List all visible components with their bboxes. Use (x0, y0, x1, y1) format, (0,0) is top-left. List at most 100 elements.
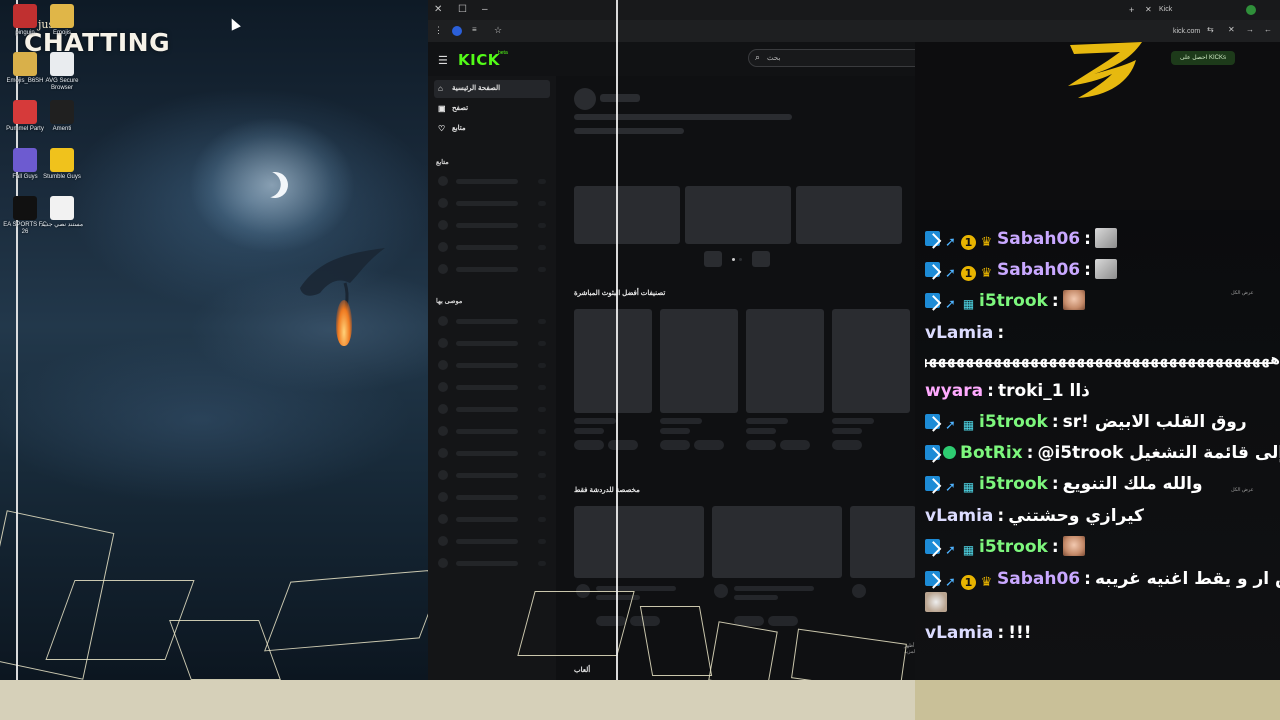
chat-username[interactable]: vLamia (925, 506, 993, 526)
chat-message-text: يسوي اس ار و يقط اغنيه غريبه (1094, 569, 1280, 589)
chat-message: vLamia:!!! (925, 620, 1280, 646)
stop-icon[interactable]: ✕ (1228, 23, 1235, 37)
skeleton-line (832, 418, 874, 424)
nav-browse[interactable]: ▣ تصفح (434, 100, 550, 118)
desktop-icon-pinguin-icon (13, 4, 37, 28)
chat-username[interactable]: i5trook (979, 291, 1048, 311)
translate-icon[interactable]: ⇆ (1207, 23, 1214, 37)
chat-separator: : (1026, 443, 1034, 463)
chat-message-text: @i5trook غنية الكاملة إلى قائمة التشغيل (1037, 443, 1280, 463)
hamburger-menu-icon[interactable]: ☰ (438, 54, 448, 67)
moon-graphic (258, 168, 291, 201)
emote-icon (925, 592, 947, 612)
deco-shard (169, 620, 281, 680)
forward-icon[interactable]: → (1246, 23, 1254, 37)
skeleton-line (734, 595, 778, 600)
search-input[interactable]: ⌕ بحث (748, 49, 916, 67)
profile-icon[interactable] (1246, 5, 1256, 15)
maximize-icon[interactable]: ☐ (458, 3, 467, 17)
chat-message-text: troki_1 ذاا (997, 381, 1090, 401)
kick-main-content: تصنيفات أفضل البثوث المباشرة مخصصة للدرد… (517, 76, 916, 680)
carousel-dot[interactable] (739, 258, 742, 261)
chat-separator: : (1051, 412, 1059, 432)
verified-badge-icon (943, 446, 956, 459)
address-bar-right[interactable]: kick.com ⇆ ✕ → ← (915, 20, 1280, 42)
chat-username[interactable]: Sabah06 (997, 569, 1080, 589)
kick-header: ☰ KICK beta ⌕ بحث (428, 42, 916, 76)
desktop-icon-new-text-doc[interactable]: مستند نصي جديد (37, 196, 87, 229)
chat-username[interactable]: Sabah06 (997, 229, 1080, 249)
desktop-icon-emojis-b6sh-icon (13, 52, 37, 76)
screen: just CHATTING pinguin Emojis Emojis_B6SH AV… (0, 0, 1280, 720)
skeleton-avatar (714, 584, 728, 598)
chat-separator: : (1084, 569, 1091, 589)
minimize-icon[interactable]: – (482, 3, 488, 17)
skeleton-card (796, 186, 902, 244)
chat-message-text: والله ملك التنويع (1062, 474, 1203, 494)
bookmark-star-icon[interactable]: ☆ (494, 23, 502, 37)
back-icon[interactable]: ← (1264, 23, 1272, 37)
address-bar[interactable]: ⋮ ≡ ☆ (428, 20, 916, 42)
tab-title[interactable]: Kick (1159, 3, 1172, 17)
get-kicks-button[interactable]: احصل على KICKs (1171, 51, 1235, 65)
desktop-icon-amenti[interactable]: Amenti (37, 100, 87, 133)
chat-username[interactable]: i5trook (979, 537, 1048, 557)
category-card[interactable] (746, 309, 824, 413)
nav-home[interactable]: ⌂ الصفحة الرئيسية (434, 80, 550, 98)
category-card[interactable] (832, 309, 910, 413)
carousel-next-button[interactable] (752, 251, 770, 267)
chat-username[interactable]: i5trook (979, 412, 1048, 432)
carousel-prev-button[interactable] (704, 251, 722, 267)
sidebar-skeleton-row (438, 536, 548, 546)
chat-message-text: !!! (1008, 623, 1032, 643)
kick-logo[interactable]: KICK (458, 51, 500, 69)
carousel-dot[interactable] (732, 258, 735, 261)
chat-separator: : (1084, 229, 1091, 249)
nav-following[interactable]: ♡ متابع (434, 120, 550, 138)
chat-username[interactable]: Sabah06 (997, 260, 1080, 280)
category-card[interactable] (660, 309, 738, 413)
chat-message: ➚ 1 ♛ Sabah06: (925, 226, 1280, 252)
desktop-icon-pummel-party-icon (13, 100, 37, 124)
chat-separator: : (1051, 291, 1059, 311)
sidebar-skeleton-row (438, 220, 548, 230)
extension-icon[interactable] (452, 26, 462, 36)
desktop-wallpaper: just CHATTING pinguin Emojis Emojis_B6SH AV… (0, 0, 428, 680)
menu-dots-icon[interactable]: ⋮ (434, 23, 443, 37)
tab-close-icon[interactable]: ✕ (1145, 3, 1152, 17)
skeleton-line (574, 114, 792, 120)
new-tab-icon[interactable]: + (1129, 3, 1134, 17)
stream-card[interactable] (712, 506, 842, 578)
desktop-icon-emojis[interactable]: Emojis (37, 4, 87, 37)
sidebar-skeleton-row (438, 448, 548, 458)
kick-logo-sup: beta (498, 50, 508, 56)
stream-card[interactable] (574, 506, 704, 578)
sidebar-skeleton-row (438, 242, 548, 252)
category-card[interactable] (574, 309, 652, 413)
stream-card[interactable] (850, 506, 916, 578)
chat-username[interactable]: vLamia (925, 323, 993, 343)
chat-username[interactable]: wyara (925, 381, 983, 401)
chat-message-text: sr! روق القلب الابيض (1062, 412, 1247, 432)
og-badge-icon: ▦ (962, 297, 975, 311)
chat-username[interactable]: i5trook (979, 474, 1048, 494)
url-text[interactable]: kick.com (1173, 25, 1200, 39)
prime-badge-icon: ➚ (945, 480, 956, 495)
deco-shard (791, 628, 907, 680)
chat-separator: : (1084, 260, 1091, 280)
kick-badge-icon (925, 414, 940, 429)
chat-username[interactable]: vLamia (925, 623, 993, 643)
close-window-icon[interactable]: ✕ (434, 3, 442, 17)
chat-message: ➚ ▦ i5trook: sr! روق القلب الابيض (925, 409, 1280, 435)
desktop-icon-stumble-guys[interactable]: Stumble Guys (37, 148, 87, 181)
chat-username[interactable]: BotRix (960, 443, 1023, 463)
desktop-icon-label: Emojis (52, 30, 71, 36)
sidebar-skeleton-row (438, 264, 548, 274)
reading-list-icon[interactable]: ≡ (472, 23, 477, 37)
desktop-icon-avg-browser[interactable]: AVG Secure Browser (37, 52, 87, 92)
mouse-cursor-icon (227, 16, 241, 31)
sidebar-skeleton-row (438, 316, 548, 326)
sidebar-skeleton-row (438, 360, 548, 370)
get-kicks-label: احصل على KICKs (1179, 55, 1227, 61)
desktop-icon-stumble-guys-icon (50, 148, 74, 172)
